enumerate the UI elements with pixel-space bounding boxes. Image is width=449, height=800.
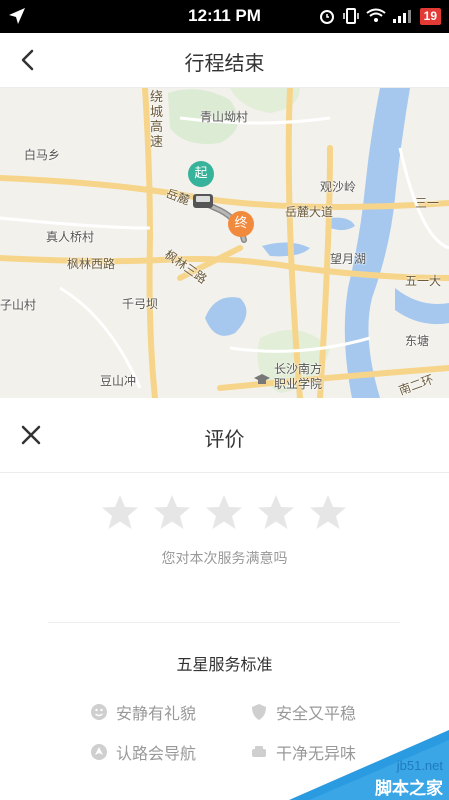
rating-header: 评价 — [0, 398, 449, 473]
watermark-text: 脚本之家 — [375, 779, 443, 799]
tag-quiet-polite[interactable]: 安静有礼貌 — [90, 700, 196, 724]
status-icons: 19 — [318, 6, 441, 26]
tag-safe-smooth[interactable]: 安全又平稳 — [250, 700, 356, 724]
map-label: 三一 — [415, 196, 440, 210]
tag-knows-route[interactable]: 认路会导航 — [90, 740, 196, 764]
navigation-icon — [91, 744, 107, 760]
car-icon — [193, 194, 213, 208]
vibrate-icon — [342, 8, 359, 24]
map-label: 望月湖 — [330, 252, 367, 266]
satisfaction-question: 您对本次服务满意吗 — [161, 551, 288, 567]
wifi-icon — [366, 8, 386, 22]
map-label: 枫林西路 — [67, 257, 116, 271]
end-marker[interactable]: 终 — [228, 211, 254, 237]
star-icon[interactable] — [308, 492, 348, 532]
trip-map[interactable]: 青山坳村 白马乡 观沙岭 岳麓大道 岳麓 三一 真人桥村 枫林西路 枫林三路 望… — [0, 88, 449, 398]
star-icon[interactable] — [100, 492, 140, 532]
star-icon[interactable] — [204, 492, 244, 532]
map-label: 观沙岭 — [320, 180, 357, 194]
watermark-url: jb51.net — [396, 758, 443, 773]
tag-label: 认路会导航 — [116, 744, 197, 763]
battery-badge: 19 — [419, 7, 441, 25]
map-label: 东塘 — [405, 334, 430, 348]
map-label: 千弓坝 — [122, 297, 159, 311]
star-rating — [0, 492, 449, 538]
map-label: 子山村 — [0, 298, 37, 312]
map-river — [344, 88, 410, 398]
star-icon[interactable] — [152, 492, 192, 532]
map-lake — [330, 217, 355, 231]
shield-icon — [252, 704, 266, 720]
map-label: 长沙南方 职业学院 — [274, 362, 323, 391]
page-title: 行程结束 — [184, 51, 265, 75]
signal-icon — [392, 10, 411, 23]
top-nav-bar: 行程结束 — [0, 33, 449, 88]
map-river — [395, 288, 449, 325]
tag-label: 安全又平稳 — [276, 704, 357, 723]
map-label: 五一大 — [405, 274, 442, 288]
alarm-icon — [319, 10, 334, 24]
map-label: 豆山冲 — [100, 374, 137, 388]
watermark: jb51.net 脚本之家 — [289, 730, 449, 800]
map-label: 白马乡 — [24, 148, 61, 162]
divider — [48, 622, 400, 623]
tag-label: 安静有礼貌 — [116, 704, 197, 723]
status-bar: 12:11 PM 19 — [0, 0, 449, 33]
start-marker[interactable]: 起 — [188, 161, 214, 187]
rating-title: 评价 — [204, 427, 245, 451]
standard-title: 五星服务标准 — [176, 655, 273, 674]
map-lake — [205, 297, 247, 336]
map-label: 青山坳村 — [200, 110, 249, 124]
map-label: 绕城高速 — [150, 90, 164, 150]
map-label: 岳麓大道 — [285, 205, 334, 219]
car-seat-icon — [252, 746, 266, 757]
star-icon[interactable] — [256, 492, 296, 532]
map-label: 真人桥村 — [46, 230, 95, 244]
smile-icon — [91, 704, 107, 720]
map-lake — [262, 242, 310, 257]
